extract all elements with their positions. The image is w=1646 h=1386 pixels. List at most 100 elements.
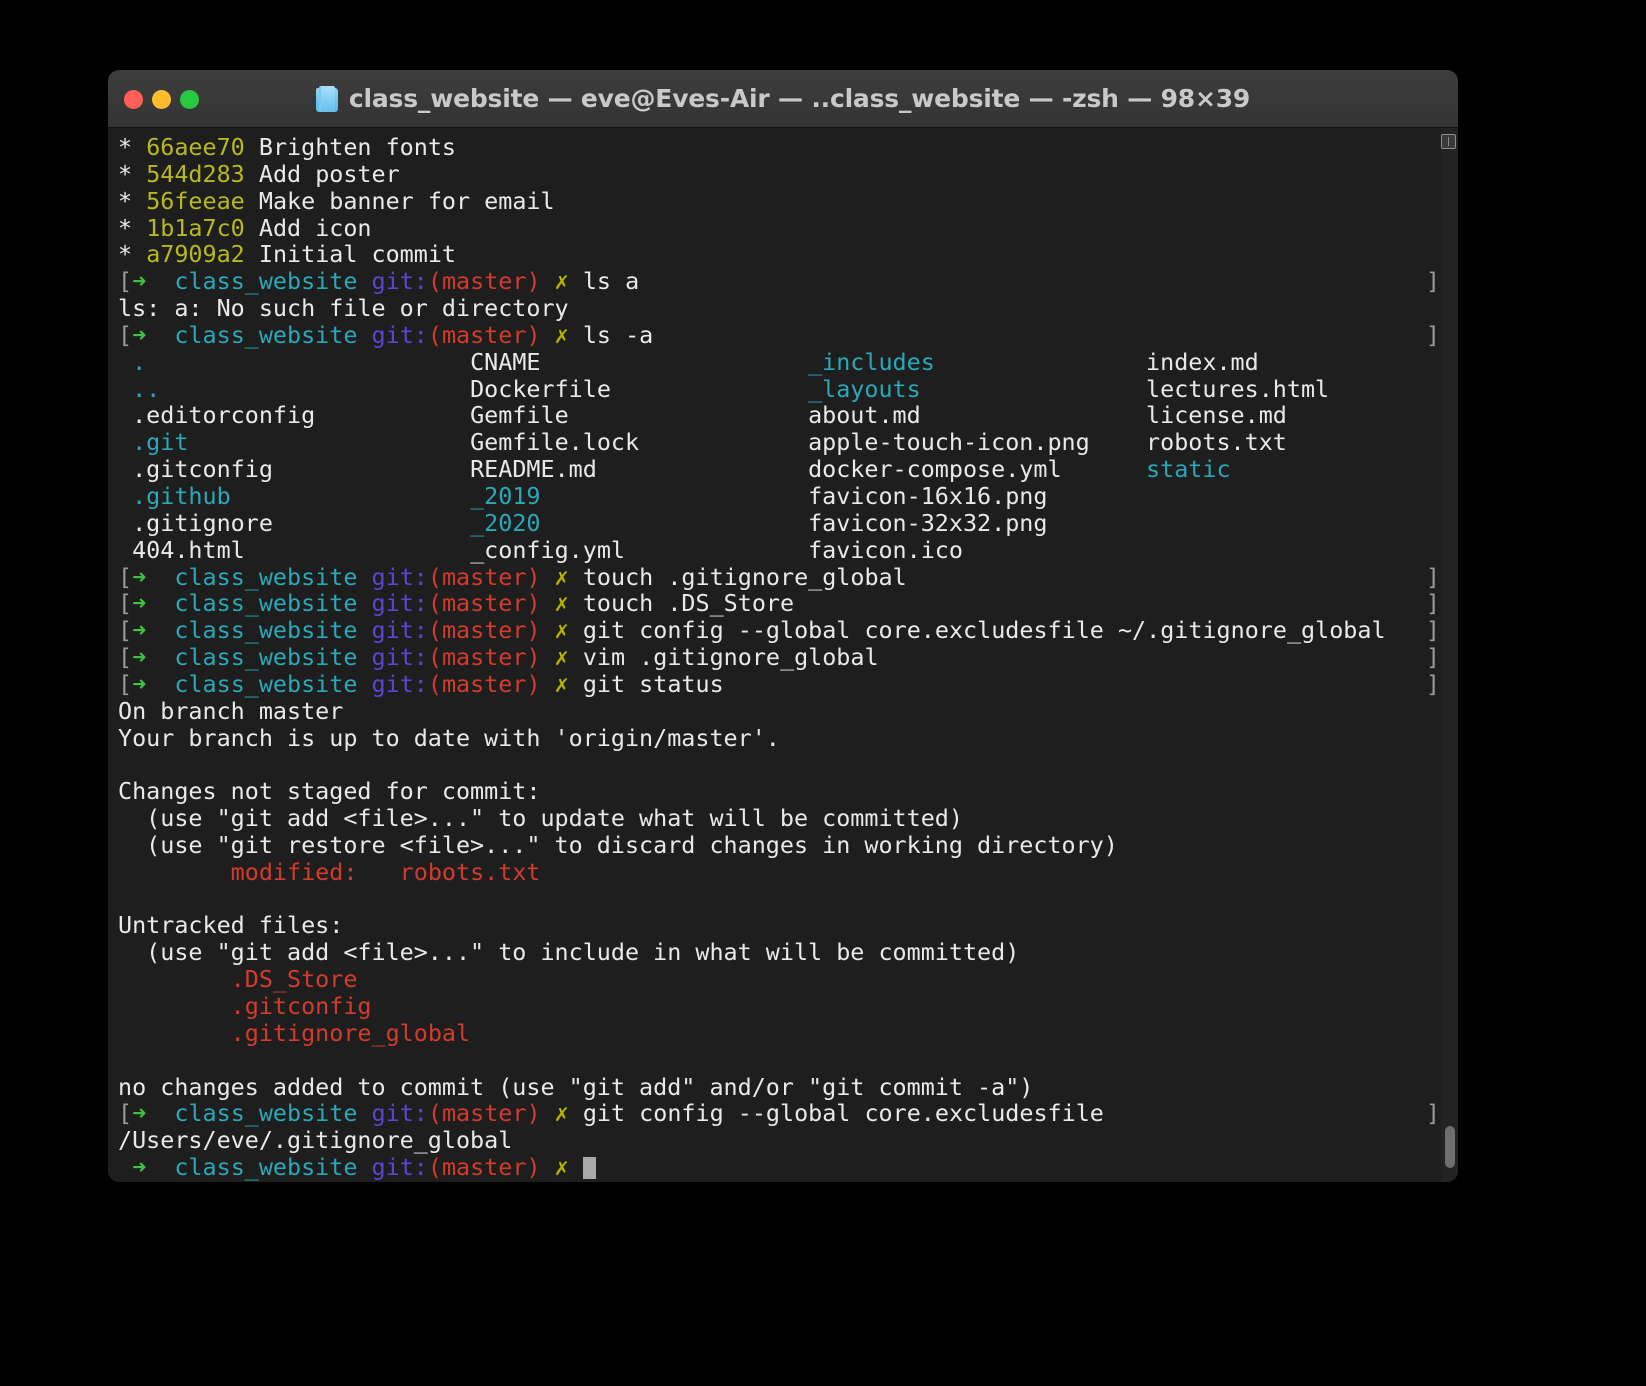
prompt-dirty-icon: ✗ bbox=[555, 1153, 569, 1181]
graph-marker: * bbox=[118, 214, 132, 242]
prompt-left-bracket: [ bbox=[118, 643, 132, 671]
prompt-right-bracket: ] bbox=[1426, 644, 1440, 671]
prompt-left-bracket: [ bbox=[118, 616, 132, 644]
commit-subject: Add poster bbox=[259, 160, 400, 188]
ls-file-entry: index.md bbox=[1146, 348, 1259, 376]
prompt-git-branch: (master) bbox=[428, 321, 541, 349]
vertical-scrollbar[interactable] bbox=[1441, 128, 1458, 1182]
ls-output-row: . CNAME _includes index.md bbox=[118, 349, 1440, 376]
ls-directory-entry: _layouts bbox=[808, 375, 1146, 403]
close-window-button[interactable] bbox=[124, 90, 143, 109]
ls-file-entry: _config.yml bbox=[470, 536, 808, 564]
prompt-git-branch: (master) bbox=[428, 1099, 541, 1127]
ls-file-entry: favicon-16x16.png bbox=[808, 482, 1047, 510]
ls-file-entry: license.md bbox=[1146, 401, 1287, 429]
status-untracked-line: .gitignore_global bbox=[118, 1020, 1440, 1047]
prompt-git-label: git: bbox=[372, 563, 428, 591]
command-text: ls a bbox=[583, 267, 639, 295]
prompt-left-bracket: [ bbox=[118, 589, 132, 617]
prompt-right-bracket: ] bbox=[1426, 322, 1440, 349]
ls-directory-entry: static bbox=[1146, 455, 1231, 483]
scrollbar-thumb[interactable] bbox=[1445, 1126, 1455, 1168]
status-hint-restore: (use "git restore <file>..." to discard … bbox=[118, 832, 1440, 859]
graph-marker: * bbox=[118, 187, 132, 215]
prompt-dirty-icon: ✗ bbox=[555, 589, 569, 617]
blank-line bbox=[118, 1047, 1440, 1074]
status-footer-line: no changes added to commit (use "git add… bbox=[118, 1073, 1033, 1101]
ls-file-entry: about.md bbox=[808, 401, 1146, 429]
commit-subject: Add icon bbox=[259, 214, 372, 242]
prompt-git-branch: (master) bbox=[428, 616, 541, 644]
commit-hash: 544d283 bbox=[146, 160, 245, 188]
status-not-staged-header: Changes not staged for commit: bbox=[118, 777, 540, 805]
prompt-git-label: git: bbox=[372, 589, 428, 617]
status-branch-line: On branch master bbox=[118, 698, 1440, 725]
prompt-git-branch: (master) bbox=[428, 1153, 541, 1181]
git-log-line: * 66aee70 Brighten fonts bbox=[118, 134, 1440, 161]
terminal-window[interactable]: class_website — eve@Eves-Air — ..class_w… bbox=[108, 70, 1458, 1182]
prompt-arrow-icon: ➜ bbox=[132, 321, 146, 349]
prompt-git-label: git: bbox=[372, 1099, 428, 1127]
prompt-directory: class_website bbox=[174, 643, 357, 671]
prompt-arrow-icon: ➜ bbox=[132, 589, 146, 617]
ls-file-entry: favicon-32x32.png bbox=[808, 509, 1047, 537]
title-bar-center: class_website — eve@Eves-Air — ..class_w… bbox=[108, 84, 1458, 113]
status-untracked-line: .gitconfig bbox=[118, 993, 1440, 1020]
git-log-line: * 56feeae Make banner for email bbox=[118, 188, 1440, 215]
prompt-dirty-icon: ✗ bbox=[555, 563, 569, 591]
prompt-arrow-icon: ➜ bbox=[132, 1153, 146, 1181]
prompt-arrow-icon: ➜ bbox=[132, 670, 146, 698]
git-config-value-line: /Users/eve/.gitignore_global bbox=[118, 1126, 512, 1154]
prompt-git-branch: (master) bbox=[428, 589, 541, 617]
split-pane-icon[interactable] bbox=[1441, 134, 1456, 149]
prompt-dirty-icon: ✗ bbox=[555, 1099, 569, 1127]
status-hint-restore: (use "git restore <file>..." to discard … bbox=[118, 831, 1118, 859]
prompt-right-bracket: ] bbox=[1426, 564, 1440, 591]
prompt-git-branch: (master) bbox=[428, 670, 541, 698]
ls-file-entry: README.md bbox=[470, 455, 808, 483]
command-text: touch .gitignore_global bbox=[583, 563, 907, 591]
command-text: touch .DS_Store bbox=[583, 589, 794, 617]
prompt-right-bracket: ] bbox=[1426, 617, 1440, 644]
maximize-window-button[interactable] bbox=[180, 90, 199, 109]
ls-file-entry: .gitignore bbox=[132, 509, 470, 537]
ls-file-entry: robots.txt bbox=[1146, 428, 1287, 456]
active-prompt-line: ➜ class_website git:(master) ✗ bbox=[118, 1154, 1440, 1181]
window-title-bar[interactable]: class_website — eve@Eves-Air — ..class_w… bbox=[108, 70, 1458, 128]
prompt-right-bracket: ] bbox=[1426, 1100, 1440, 1127]
prompt-git-label: git: bbox=[372, 643, 428, 671]
prompt-arrow-icon: ➜ bbox=[132, 616, 146, 644]
status-untracked-header: Untracked files: bbox=[118, 912, 1440, 939]
git-log-line: * a7909a2 Initial commit bbox=[118, 241, 1440, 268]
blank-line bbox=[118, 886, 1440, 913]
command-line-touch-dsstore: [➜ class_website git:(master) ✗ touch .D… bbox=[118, 590, 1440, 617]
prompt-git-branch: (master) bbox=[428, 643, 541, 671]
blank-line bbox=[118, 751, 1440, 778]
minimize-window-button[interactable] bbox=[152, 90, 171, 109]
prompt-directory: class_website bbox=[174, 1153, 357, 1181]
folder-icon bbox=[316, 86, 338, 112]
status-hint-add: (use "git add <file>..." to update what … bbox=[118, 804, 963, 832]
commit-hash: 56feeae bbox=[146, 187, 245, 215]
prompt-dirty-icon: ✗ bbox=[555, 670, 569, 698]
prompt-git-label: git: bbox=[372, 321, 428, 349]
prompt-directory: class_website bbox=[174, 267, 357, 295]
ls-file-entry: lectures.html bbox=[1146, 375, 1329, 403]
window-controls[interactable] bbox=[124, 70, 199, 128]
status-branch-line: On branch master bbox=[118, 697, 343, 725]
command-text: git config --global core.excludesfile ~/… bbox=[583, 616, 1386, 644]
ls-file-entry: favicon.ico bbox=[808, 536, 963, 564]
text-cursor[interactable] bbox=[583, 1157, 596, 1179]
prompt-right-bracket: ] bbox=[1426, 671, 1440, 698]
terminal-output-pane[interactable]: * 66aee70 Brighten fonts * 544d283 Add po… bbox=[108, 128, 1458, 1182]
commit-hash: 1b1a7c0 bbox=[146, 214, 245, 242]
desktop-background: class_website — eve@Eves-Air — ..class_w… bbox=[0, 0, 1646, 1386]
prompt-directory: class_website bbox=[174, 321, 357, 349]
command-text: vim .gitignore_global bbox=[583, 643, 879, 671]
status-modified-file: robots.txt bbox=[400, 858, 541, 886]
ls-output-row: .git Gemfile.lock apple-touch-icon.png r… bbox=[118, 429, 1440, 456]
prompt-git-label: git: bbox=[372, 670, 428, 698]
prompt-right-bracket: ] bbox=[1426, 268, 1440, 295]
prompt-git-label: git: bbox=[372, 616, 428, 644]
prompt-arrow-icon: ➜ bbox=[132, 563, 146, 591]
